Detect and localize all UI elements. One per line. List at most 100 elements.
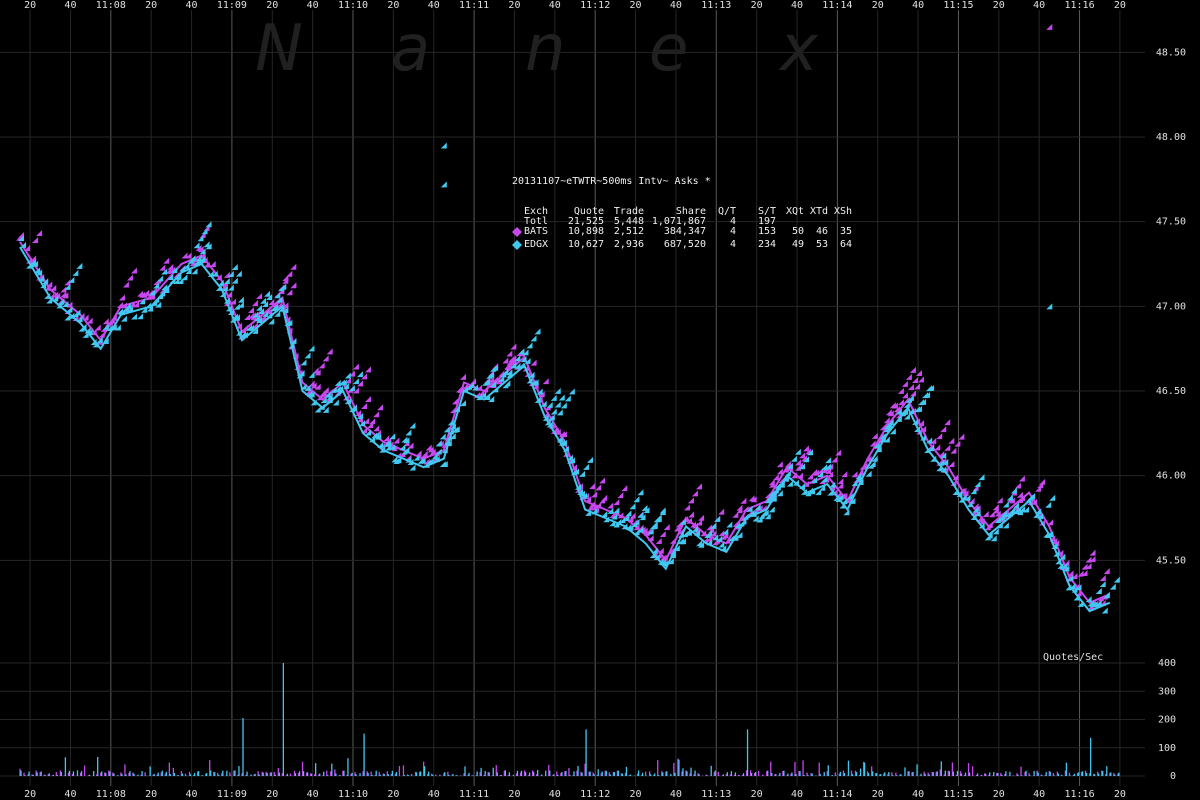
price-axis: 48.50 48.00 47.50 47.00 46.50 46.00 45.50: [1156, 47, 1186, 566]
ask-marker: [835, 449, 842, 456]
ask-marker: [897, 399, 904, 406]
series-line: [19, 246, 1111, 613]
time-tick-label: 11:12: [580, 0, 610, 11]
legend-table: Exch Quote Trade Share Q/T S/T XQt XTd XSh Totl 21…: [512, 207, 852, 253]
series-edgx: [18, 221, 1120, 614]
ask-marker: [607, 502, 614, 509]
outlier-marker: [1046, 23, 1053, 30]
ask-marker: [1099, 574, 1106, 581]
ask-marker: [130, 267, 137, 274]
ask-marker: [451, 398, 458, 405]
time-tick-label: 20: [1114, 0, 1126, 11]
ask-marker: [348, 385, 355, 392]
time-tick-label: 11:14: [822, 789, 852, 800]
time-tick-label: 20: [630, 789, 642, 800]
ask-marker: [163, 257, 170, 264]
ask-marker: [629, 503, 636, 510]
legend-header-cell: XTd: [809, 206, 828, 217]
legend-swatch: [512, 227, 524, 240]
time-axis-top: 20 40 11:08 20 40 11:09 20 40 11:10 20 40 11:11 20 40…: [24, 0, 1126, 11]
ask-marker: [122, 281, 129, 288]
ask-marker: [589, 483, 596, 490]
time-tick-label: 11:15: [943, 0, 973, 11]
ask-marker: [332, 399, 339, 406]
ask-marker: [308, 345, 315, 352]
ask-marker: [256, 292, 263, 299]
ask-marker: [399, 444, 406, 451]
ask-marker: [290, 263, 297, 270]
ask-marker: [1047, 519, 1054, 526]
ask-marker: [322, 355, 329, 362]
ask-marker: [996, 522, 1003, 529]
ask-marker: [145, 302, 152, 309]
ask-marker: [776, 468, 783, 475]
ask-marker: [825, 457, 832, 464]
ask-marker: [102, 318, 109, 325]
ask-marker: [659, 530, 666, 537]
ask-marker: [231, 263, 238, 270]
ask-marker: [167, 273, 174, 280]
ask-marker: [508, 355, 515, 362]
time-tick-label: 20: [872, 789, 884, 800]
price-tick-label: 46.50: [1156, 386, 1186, 397]
ask-marker: [118, 294, 125, 301]
watermark-letter: a: [391, 12, 431, 86]
time-tick-label: 11:08: [96, 789, 126, 800]
ask-marker: [718, 530, 725, 537]
ask-marker: [377, 404, 384, 411]
ask-marker: [201, 228, 208, 235]
time-tick-label: 11:10: [338, 789, 368, 800]
ask-marker: [365, 366, 371, 373]
ask-marker: [149, 289, 156, 296]
ask-marker: [726, 521, 733, 528]
watermark-letter: n: [525, 12, 566, 86]
ask-marker: [831, 456, 838, 463]
time-tick-label: 40: [307, 789, 319, 800]
ask-marker: [137, 313, 144, 320]
ask-marker: [1049, 494, 1056, 501]
time-tick-label: 20: [751, 789, 763, 800]
ask-marker: [740, 497, 747, 504]
ask-marker: [768, 506, 775, 513]
volume-axis: 400 300 200 100 0: [1158, 658, 1176, 782]
time-tick-label: 40: [1033, 789, 1045, 800]
price-tick-label: 47.00: [1156, 301, 1186, 312]
ask-marker: [595, 484, 602, 491]
ask-marker: [1095, 587, 1102, 594]
ask-marker: [280, 283, 287, 290]
time-tick-label: 20: [387, 0, 399, 11]
ask-marker: [918, 376, 925, 383]
ask-marker: [248, 306, 255, 313]
time-tick-label: 11:09: [217, 0, 247, 11]
time-tick-label: 40: [307, 0, 319, 11]
ask-marker: [443, 426, 450, 433]
ask-marker: [909, 366, 916, 373]
ask-marker: [227, 284, 234, 291]
time-tick-label: 20: [993, 0, 1005, 11]
time-tick-label: 40: [670, 0, 682, 11]
ask-marker: [625, 510, 632, 517]
time-tick-label: 40: [670, 789, 682, 800]
ask-marker: [510, 343, 517, 350]
time-tick-label: 20: [266, 789, 278, 800]
ask-marker: [439, 433, 446, 440]
ask-marker: [120, 315, 127, 322]
ask-marker: [534, 328, 541, 335]
time-tick-label: 20: [24, 0, 36, 11]
time-tick-label: 40: [1033, 0, 1045, 11]
ask-marker: [940, 426, 947, 433]
ask-marker: [655, 516, 662, 523]
ask-marker: [223, 277, 230, 284]
ask-marker: [449, 407, 456, 414]
ask-marker: [72, 269, 79, 276]
ask-marker: [871, 432, 878, 439]
ask-marker: [950, 447, 957, 454]
legend-cell: 53: [815, 239, 828, 250]
ask-marker: [679, 518, 686, 525]
ask-marker: [68, 276, 75, 283]
time-tick-label: 20: [630, 0, 642, 11]
ask-marker: [988, 511, 995, 518]
ask-marker: [554, 401, 561, 408]
ask-marker: [958, 433, 965, 440]
ask-marker: [1109, 583, 1116, 590]
